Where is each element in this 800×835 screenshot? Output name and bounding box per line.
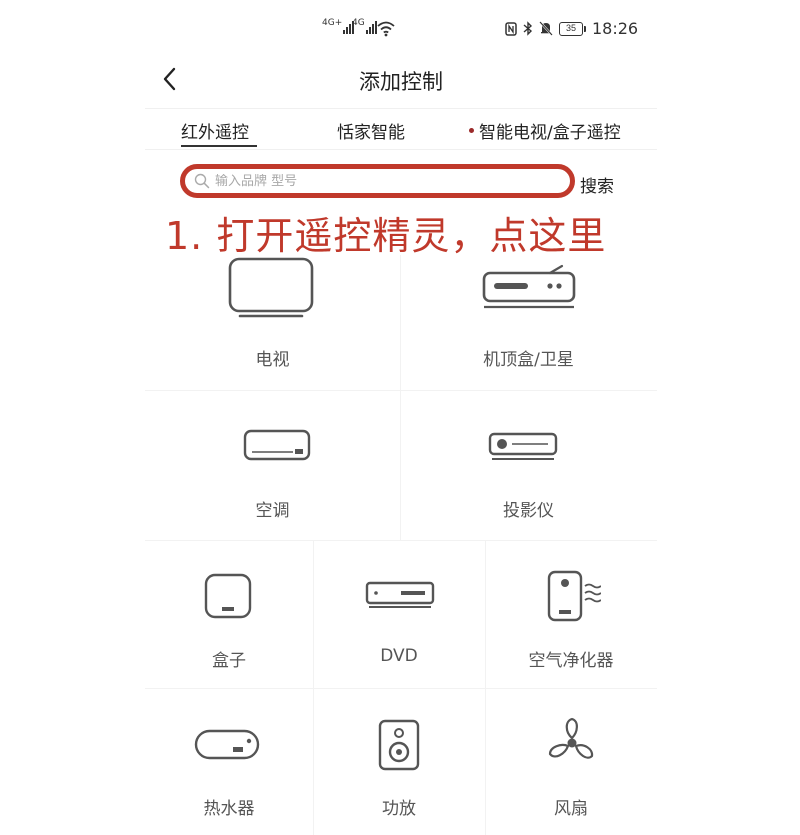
- dvd-icon: [365, 581, 435, 608]
- wifi-icon: [377, 21, 395, 37]
- cell-signal-1-icon: 4G+: [322, 18, 355, 34]
- set-top-box-icon: [482, 264, 576, 309]
- tab-bar: 红外遥控 恬家智能 智能电视/盒子遥控: [145, 108, 657, 150]
- tv-icon: [228, 257, 314, 318]
- search-button[interactable]: 搜索: [580, 172, 614, 197]
- device-dvd[interactable]: DVD: [313, 540, 485, 688]
- water-heater-icon: [194, 729, 260, 760]
- device-air-purifier[interactable]: 空气净化器: [485, 540, 657, 688]
- device-fan[interactable]: 风扇: [485, 688, 657, 835]
- battery-icon: 35: [559, 21, 586, 36]
- cell-signal-2-icon: 4G: [352, 18, 377, 34]
- device-box[interactable]: 盒子: [145, 540, 313, 688]
- battery-level: 35: [559, 21, 583, 36]
- status-bar: 4G+ 4G 35 18:26: [0, 0, 800, 60]
- search-box[interactable]: [180, 164, 575, 198]
- active-tab-indicator: [181, 145, 257, 147]
- air-purifier-icon: [547, 570, 601, 622]
- header: 添加控制: [145, 58, 657, 106]
- bluetooth-icon: [523, 21, 533, 36]
- tab-smart-tv-box-remote[interactable]: 智能电视/盒子遥控: [469, 118, 621, 143]
- clock: 18:26: [592, 19, 639, 38]
- new-dot-badge: [469, 127, 474, 133]
- device-water-heater[interactable]: 热水器: [145, 688, 313, 835]
- projector-icon: [488, 432, 558, 460]
- tab-infrared-remote[interactable]: 红外遥控: [181, 118, 249, 143]
- instruction-annotation: 1. 打开遥控精灵，点这里: [165, 214, 607, 258]
- amplifier-icon: [378, 719, 420, 771]
- device-tv[interactable]: 电视: [145, 255, 400, 390]
- mute-bell-icon: [539, 21, 553, 36]
- device-set-top-box[interactable]: 机顶盒/卫星: [400, 255, 657, 390]
- tab-tianjia-smart[interactable]: 恬家智能: [337, 118, 405, 143]
- air-conditioner-icon: [243, 429, 311, 461]
- search-input[interactable]: [215, 173, 555, 189]
- box-icon: [204, 573, 252, 619]
- device-projector[interactable]: 投影仪: [400, 390, 657, 540]
- nfc-icon: [505, 21, 517, 36]
- page-title: 添加控制: [359, 70, 443, 94]
- device-air-conditioner[interactable]: 空调: [145, 390, 400, 540]
- device-amplifier[interactable]: 功放: [313, 688, 485, 835]
- fan-icon: [548, 717, 594, 759]
- search-icon: [194, 173, 210, 189]
